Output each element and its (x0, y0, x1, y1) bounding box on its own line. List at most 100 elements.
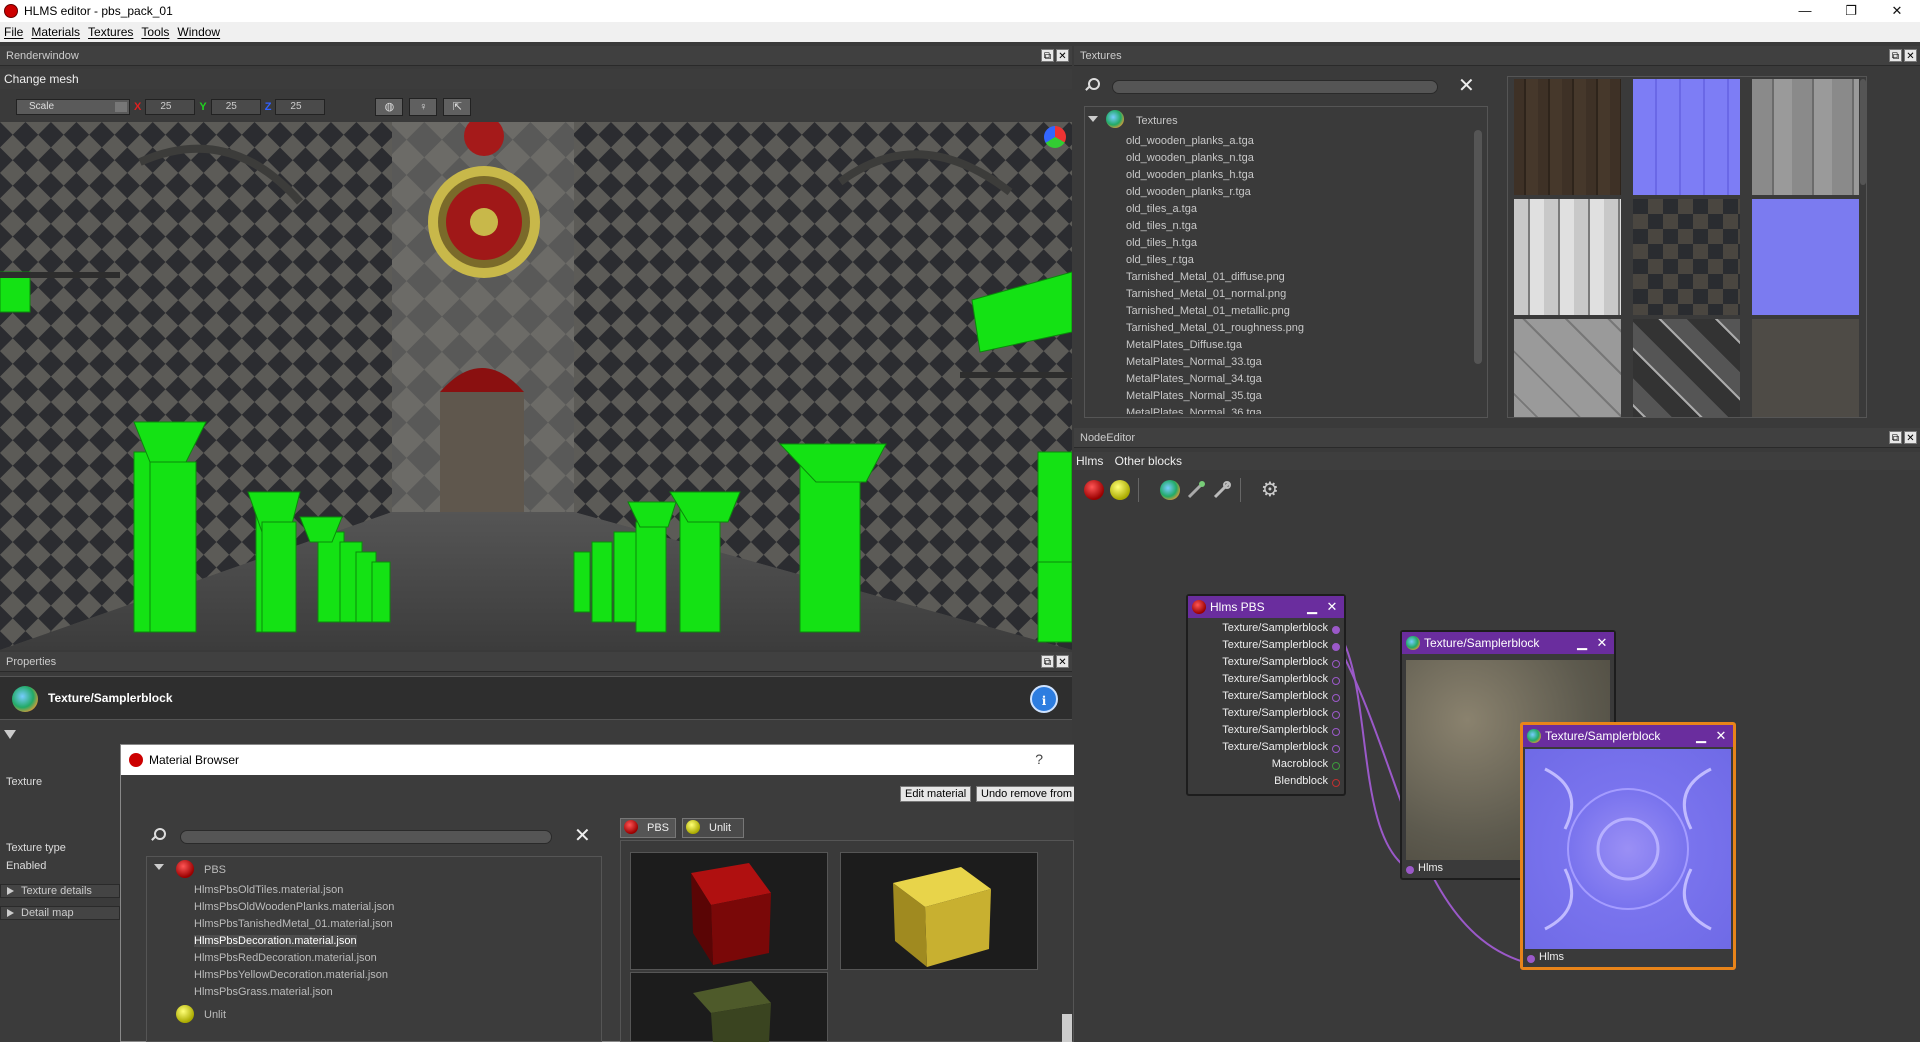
tiles-albedo-tile[interactable] (1633, 199, 1740, 315)
collapse-arrow-icon[interactable] (4, 730, 16, 739)
texture-search-input[interactable] (1112, 80, 1438, 94)
pbs-port[interactable] (1332, 626, 1340, 634)
minimize-node-icon[interactable]: ▁ (1693, 728, 1709, 744)
texture-grid-scrollbar[interactable] (1860, 79, 1866, 185)
texture-list-item[interactable]: MetalPlates_Normal_34.tga (1126, 373, 1262, 385)
tiles-height-tile[interactable] (1514, 319, 1621, 417)
texture-list-scrollbar[interactable] (1474, 130, 1482, 364)
yellow-material-thumbnail[interactable] (840, 852, 1038, 970)
pbs-port[interactable] (1332, 660, 1340, 668)
sphere-tool-icon[interactable]: ◍ (375, 98, 404, 116)
close-icon[interactable]: ✕ (1904, 431, 1917, 444)
thumbnails-scrollbar[interactable] (1062, 1014, 1072, 1042)
section-texture-details[interactable]: Texture details (0, 884, 120, 898)
hlms-pbs-node[interactable]: Hlms PBS ▁ ✕ Texture/Samplerblock Texture… (1186, 594, 1346, 796)
material-list-item[interactable]: HlmsPbsGrass.material.json (194, 986, 333, 998)
gear-icon[interactable]: ⚙ (1260, 480, 1280, 500)
render-viewport[interactable] (0, 122, 1072, 650)
texture-list-item[interactable]: old_wooden_planks_h.tga (1126, 169, 1254, 181)
texture-list-item[interactable]: old_wooden_planks_a.tga (1126, 135, 1254, 147)
edit-material-button[interactable]: Edit material (900, 786, 972, 802)
grass-material-thumbnail[interactable] (630, 972, 828, 1042)
texture-list-item[interactable]: Tarnished_Metal_01_roughness.png (1126, 322, 1304, 334)
float-icon[interactable]: ⧉ (1041, 49, 1054, 62)
minimize-node-icon[interactable]: ▁ (1304, 599, 1320, 615)
menu-file[interactable]: File (4, 25, 23, 39)
info-icon[interactable]: i (1030, 685, 1058, 713)
material-list-item[interactable]: HlmsPbsRedDecoration.material.json (194, 952, 377, 964)
add-samplerblock-icon[interactable] (1186, 480, 1206, 500)
metal-diffuse-tile[interactable] (1752, 319, 1859, 417)
help-button[interactable]: ? (1035, 751, 1043, 767)
texture-list-item[interactable]: MetalPlates_Normal_33.tga (1126, 356, 1262, 368)
texture-node-2-header[interactable]: Texture/Samplerblock ▁ ✕ (1523, 725, 1733, 747)
pbs-port[interactable] (1332, 745, 1340, 753)
z-value-field[interactable]: 25 (275, 99, 326, 115)
texture-node-1-port[interactable] (1406, 866, 1414, 874)
texture-list-item[interactable]: old_tiles_a.tga (1126, 203, 1197, 215)
texture-list-item[interactable]: MetalPlates_Normal_36.tga (1126, 407, 1262, 414)
light-tool-icon[interactable]: ♀ (409, 98, 438, 116)
material-list-item[interactable]: HlmsPbsOldTiles.material.json (194, 884, 343, 896)
close-node-icon[interactable]: ✕ (1324, 599, 1340, 615)
expand-arrow-icon[interactable] (154, 864, 164, 870)
wood-roughness-tile[interactable] (1514, 199, 1621, 315)
close-icon[interactable]: ✕ (1904, 49, 1917, 62)
pbs-port[interactable] (1332, 677, 1340, 685)
select-tool-icon[interactable]: ⇱ (443, 98, 472, 116)
add-texture-icon[interactable] (1160, 480, 1180, 500)
tree-unlit-folder[interactable]: Unlit (204, 1009, 226, 1021)
clear-search-icon[interactable]: ✕ (574, 826, 591, 846)
menu-hlms[interactable]: Hlms (1076, 454, 1103, 468)
add-unlit-icon[interactable] (1110, 480, 1130, 500)
close-window-button[interactable]: ✕ (1874, 0, 1920, 22)
material-list-item[interactable]: HlmsPbsYellowDecoration.material.json (194, 969, 388, 981)
material-search-input[interactable] (180, 830, 552, 844)
maximize-button[interactable]: ❐ (1828, 0, 1874, 22)
expand-arrow-icon[interactable] (1088, 116, 1098, 122)
texture-list-item[interactable]: old_tiles_r.tga (1126, 254, 1194, 266)
texture-list-item[interactable]: old_wooden_planks_r.tga (1126, 186, 1251, 198)
texture-list-item[interactable]: old_wooden_planks_n.tga (1126, 152, 1254, 164)
texture-node-1-header[interactable]: Texture/Samplerblock ▁ ✕ (1402, 632, 1614, 654)
transform-mode-select[interactable]: Scale (16, 99, 130, 115)
close-icon[interactable]: ✕ (1056, 655, 1069, 668)
float-icon[interactable]: ⧉ (1889, 431, 1902, 444)
wood-normal-tile[interactable] (1633, 79, 1740, 195)
tiles-roughness-tile[interactable] (1633, 319, 1740, 417)
menu-window[interactable]: Window (177, 25, 220, 39)
texture-list-item[interactable]: Tarnished_Metal_01_diffuse.png (1126, 271, 1285, 283)
float-icon[interactable]: ⧉ (1889, 49, 1902, 62)
tree-pbs-folder[interactable]: PBS (204, 864, 226, 876)
material-list-item[interactable]: HlmsPbsDecoration.material.json (194, 935, 357, 947)
y-value-field[interactable]: 25 (210, 99, 261, 115)
texture-list-item[interactable]: Tarnished_Metal_01_metallic.png (1126, 305, 1290, 317)
menu-materials[interactable]: Materials (31, 25, 80, 39)
menu-textures[interactable]: Textures (88, 25, 133, 39)
x-value-field[interactable]: 25 (145, 99, 196, 115)
minimize-node-icon[interactable]: ▁ (1574, 635, 1590, 651)
texture-list-item[interactable]: MetalPlates_Diffuse.tga (1126, 339, 1242, 351)
wood-planks-tile[interactable] (1514, 79, 1621, 195)
change-mesh-button[interactable]: Change mesh (4, 72, 79, 86)
material-list-item[interactable]: HlmsPbsTanishedMetal_01.material.json (194, 918, 393, 930)
tiles-normal-tile[interactable] (1752, 199, 1859, 315)
red-material-thumbnail[interactable] (630, 852, 828, 970)
pbs-port[interactable] (1332, 643, 1340, 651)
orientation-gizmo-icon[interactable] (1044, 126, 1066, 148)
material-list-item[interactable]: HlmsPbsOldWoodenPlanks.material.json (194, 901, 394, 913)
pbs-port[interactable] (1332, 711, 1340, 719)
add-pbs-icon[interactable] (1084, 480, 1104, 500)
texture-node-2[interactable]: Texture/Samplerblock ▁ ✕ Hlms (1520, 722, 1736, 970)
menu-tools[interactable]: Tools (141, 25, 169, 39)
pbs-port[interactable] (1332, 728, 1340, 736)
add-macroblock-icon[interactable] (1212, 480, 1232, 500)
texture-list-item[interactable]: old_tiles_n.tga (1126, 220, 1197, 232)
close-icon[interactable]: ✕ (1056, 49, 1069, 62)
minimize-button[interactable]: — (1782, 0, 1828, 22)
close-node-icon[interactable]: ✕ (1713, 728, 1729, 744)
pbs-port[interactable] (1332, 694, 1340, 702)
float-icon[interactable]: ⧉ (1041, 655, 1054, 668)
tree-textures-folder[interactable]: Textures (1136, 115, 1178, 127)
pbs-port[interactable] (1332, 762, 1340, 770)
